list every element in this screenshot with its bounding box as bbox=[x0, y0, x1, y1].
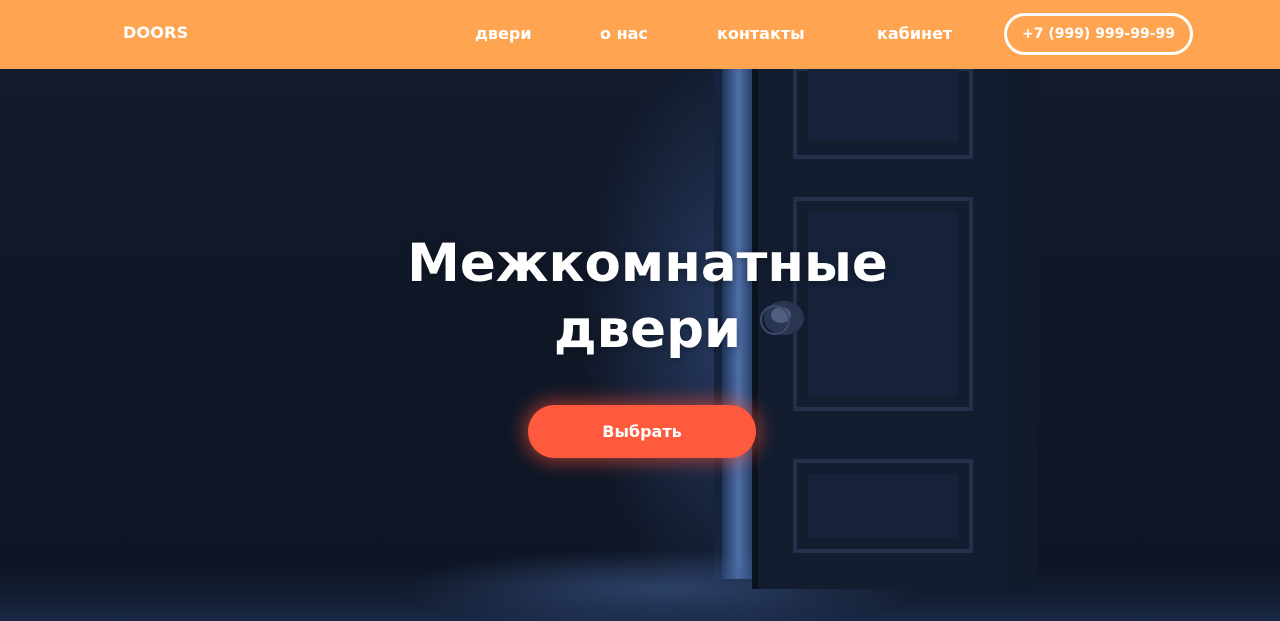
phone-button[interactable]: +7 (999) 999-99-99 bbox=[1004, 13, 1193, 55]
nav-item-about[interactable]: о нас bbox=[600, 24, 648, 43]
nav-item-cabinet[interactable]: кабинет bbox=[877, 24, 952, 43]
site-header: DOORS двери о нас контакты кабинет +7 (9… bbox=[0, 0, 1280, 69]
hero-title-line-2: двери bbox=[553, 299, 742, 360]
nav-item-contacts[interactable]: контакты bbox=[717, 24, 805, 43]
choose-button[interactable]: Выбрать bbox=[528, 405, 756, 458]
logo[interactable]: DOORS bbox=[123, 23, 188, 42]
hero-title-line-1: Межкомнатные bbox=[407, 233, 888, 294]
hero-title: Межкомнатные двери bbox=[0, 231, 1280, 363]
nav-item-doors[interactable]: двери bbox=[475, 24, 532, 43]
hero-section: Межкомнатные двери Выбрать bbox=[0, 69, 1280, 621]
